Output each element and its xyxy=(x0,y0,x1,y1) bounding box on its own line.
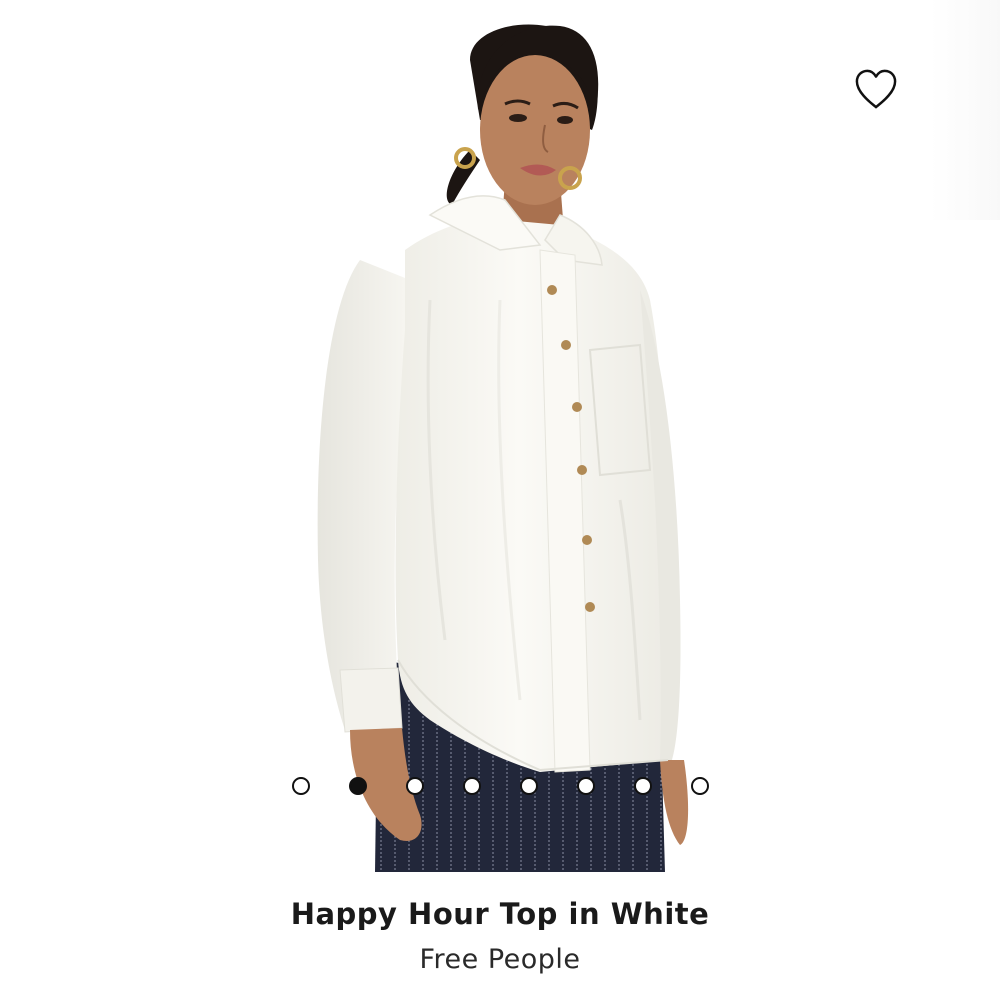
carousel-dot-5[interactable] xyxy=(520,777,538,795)
carousel-dot-1[interactable] xyxy=(292,777,310,795)
carousel-dot-7[interactable] xyxy=(634,777,652,795)
product-image[interactable] xyxy=(0,0,1000,872)
wishlist-button[interactable] xyxy=(848,64,904,114)
model-photo xyxy=(317,24,689,872)
carousel-dot-8[interactable] xyxy=(691,777,709,795)
product-brand[interactable]: Free People xyxy=(0,938,1000,982)
heart-outline-icon xyxy=(855,69,897,109)
carousel-dot-6[interactable] xyxy=(577,777,595,795)
product-info: Happy Hour Top in White Free People xyxy=(0,890,1000,982)
carousel-dot-2[interactable] xyxy=(349,777,367,795)
image-carousel-dots xyxy=(0,775,1000,797)
image-edge-shadow xyxy=(930,0,1000,220)
carousel-dot-3[interactable] xyxy=(406,777,424,795)
carousel-dot-4[interactable] xyxy=(463,777,481,795)
product-title[interactable]: Happy Hour Top in White xyxy=(0,890,1000,938)
